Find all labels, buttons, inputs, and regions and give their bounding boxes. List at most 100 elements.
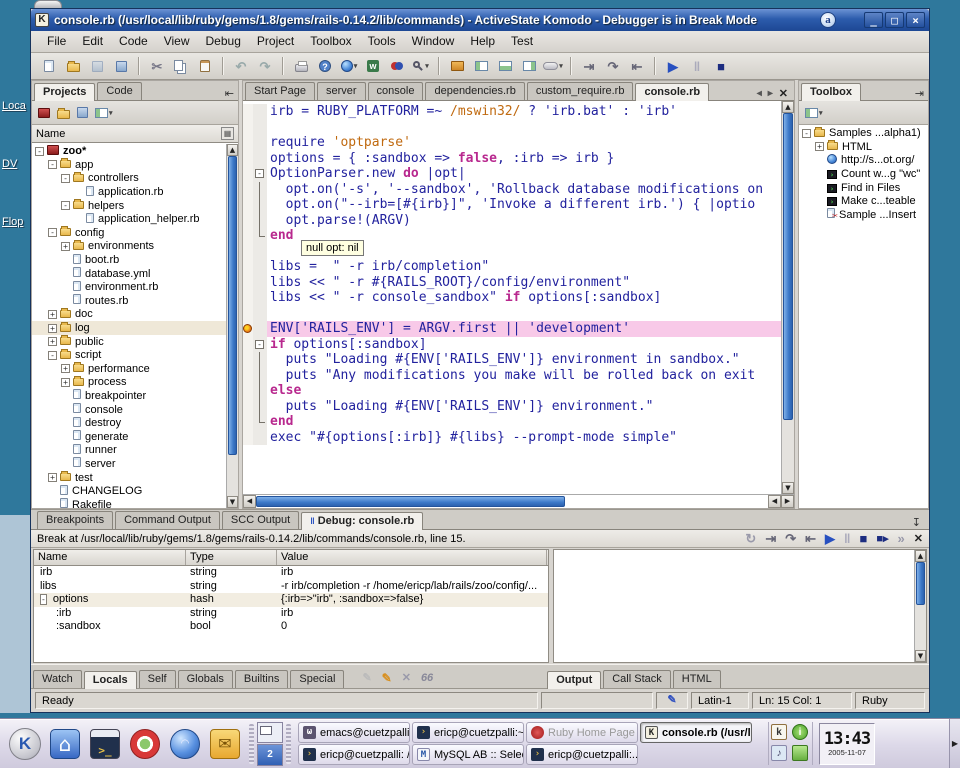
step-out-icon[interactable]: ⇤ [805, 532, 816, 546]
save-all-icon[interactable] [109, 55, 133, 77]
k-menu-icon[interactable]: K [8, 727, 42, 761]
task-button-emacs-cuetzpalli[interactable]: ωemacs@cuetzpalli... [298, 722, 410, 743]
add-watch-icon[interactable]: ✎ [362, 673, 371, 684]
scroll-down-icon[interactable]: ▼ [915, 650, 926, 662]
fold-collapse-icon[interactable]: - [255, 340, 264, 349]
editor-hscrollbar[interactable]: ◀ ◀ ▶ [243, 494, 794, 508]
tab-scroll-left-icon[interactable]: ◂ [757, 88, 762, 99]
task-button-ericp-cuetzpalli[interactable]: ›ericp@cuetzpalli:... [526, 744, 638, 765]
code-line-2[interactable] [243, 120, 781, 136]
debug-tab-watch[interactable]: Watch [33, 670, 82, 688]
task-button-ruby-home-page[interactable]: Ruby Home Page - [526, 722, 638, 743]
run-icon[interactable]: ▶ [661, 55, 685, 77]
expand-icon[interactable]: + [48, 324, 57, 333]
variable-row-libs[interactable]: libsstring -r irb/completion -r /home/er… [34, 580, 548, 594]
klipper-icon[interactable]: k [771, 724, 787, 740]
menu-code[interactable]: Code [111, 32, 156, 50]
breakpoint-margin[interactable] [243, 197, 253, 213]
code-line-4[interactable]: options = { :sandbox => false, :irb => i… [243, 151, 781, 167]
undo-icon[interactable]: ↶ [229, 55, 253, 77]
project-item-server[interactable]: server [32, 457, 238, 471]
konsole-icon[interactable]: >_ [88, 727, 122, 761]
collapse-pane-icon[interactable]: ⇥ [911, 87, 928, 100]
toggle-bottom-pane-icon[interactable] [493, 55, 517, 77]
code-line-14[interactable] [243, 306, 781, 322]
mail-icon[interactable]: ✉ [208, 727, 242, 761]
debug-tab-self[interactable]: Self [139, 670, 176, 688]
project-item-database-yml[interactable]: database.yml [32, 267, 238, 281]
help-center-icon[interactable] [128, 727, 162, 761]
output-tab-output[interactable]: Output [547, 671, 601, 689]
variable-row-irb[interactable]: :irbstringirb [34, 607, 548, 621]
breakpoint-margin[interactable] [243, 337, 253, 353]
toolbox-item-make-c-teable[interactable]: ›Make c...teable [799, 194, 928, 208]
step-over-icon[interactable]: ↷ [601, 55, 625, 77]
cut-icon[interactable]: ✂ [145, 55, 169, 77]
tab-code[interactable]: Code [97, 82, 141, 100]
breakpoint-margin[interactable] [243, 275, 253, 291]
scroll-up-icon[interactable]: ▲ [915, 550, 926, 562]
toolbox-item-html[interactable]: +HTML [799, 140, 928, 154]
code-line-20[interactable]: puts "Loading #{ENV['RAILS_ENV']} enviro… [243, 399, 781, 415]
project-item-doc[interactable]: +doc [32, 308, 238, 322]
toolbox-item-samples-alpha1[interactable]: -Samples ...alpha1) [799, 126, 928, 140]
scroll-right-icon[interactable]: ▶ [781, 495, 794, 508]
project-item-process[interactable]: +process [32, 376, 238, 390]
editor-tab-custom-require-rb[interactable]: custom_require.rb [527, 82, 634, 100]
cursor-position[interactable]: Ln: 15 Col: 1 [752, 692, 852, 709]
code-line-11[interactable]: libs = " -r irb/completion" [243, 259, 781, 275]
copy-icon[interactable] [169, 55, 193, 77]
fold-margin[interactable] [253, 213, 267, 229]
scrollbar-thumb[interactable] [916, 562, 925, 604]
fold-margin[interactable] [253, 290, 267, 306]
pager-desktop-1[interactable] [257, 722, 283, 744]
task-button-console-rb-usr-lo[interactable]: Kconsole.rb (/usr/lo [640, 722, 752, 743]
toolbox-item-count-w-g-wc[interactable]: ›Count w...g "wc" [799, 167, 928, 181]
toolbox-item-http-s-ot-org[interactable]: http://s...ot.org/ [799, 154, 928, 168]
collapse-pane-icon[interactable]: ⇤ [221, 87, 238, 100]
view-options-icon[interactable]: 66 [421, 673, 433, 684]
menu-file[interactable]: File [39, 32, 74, 50]
breakpoint-margin[interactable] [243, 182, 253, 198]
save-icon[interactable] [77, 107, 88, 118]
preview-browser-icon[interactable]: ▾ [337, 55, 361, 77]
project-icon[interactable] [38, 108, 50, 118]
collapse-icon[interactable]: - [48, 228, 57, 237]
project-item-environments[interactable]: +environments [32, 240, 238, 254]
column-picker-icon[interactable]: ▦ [221, 127, 234, 140]
breakpoint-margin[interactable] [243, 228, 253, 244]
fold-margin[interactable] [253, 182, 267, 198]
scroll-down-icon[interactable]: ▼ [782, 482, 794, 494]
variable-row-sandbox[interactable]: :sandboxbool0 [34, 620, 548, 634]
expand-icon[interactable]: + [61, 364, 70, 373]
bottom-tab-scc-output[interactable]: SCC Output [222, 511, 299, 529]
task-button-ericp-cuetzpalli-l[interactable]: ›ericp@cuetzpalli:~/l [412, 722, 524, 743]
menu-project[interactable]: Project [249, 32, 302, 50]
fold-margin[interactable] [253, 414, 267, 430]
project-item-application-helper-rb[interactable]: application_helper.rb [32, 212, 238, 226]
open-file-icon[interactable] [61, 55, 85, 77]
project-item-performance[interactable]: +performance [32, 362, 238, 376]
code-line-15[interactable]: ENV['RAILS_ENV'] = ARGV.first || 'develo… [243, 321, 781, 337]
project-item-boot-rb[interactable]: boot.rb [32, 253, 238, 267]
web-browser-icon[interactable]: ◠ [168, 727, 202, 761]
run-icon[interactable]: ▶ [825, 532, 835, 546]
fold-margin[interactable] [253, 244, 267, 260]
scroll-left-icon[interactable]: ◀ [243, 495, 256, 508]
fold-margin[interactable] [253, 197, 267, 213]
scrollbar-thumb[interactable] [228, 156, 237, 454]
collapse-icon[interactable]: - [61, 201, 70, 210]
breakpoint-margin[interactable] [243, 244, 253, 260]
expand-icon[interactable]: + [61, 378, 70, 387]
detach-icon[interactable]: ■▸ [876, 533, 888, 545]
code-line-7[interactable]: opt.on("--irb=[#{irb}]", 'Invoke a diffe… [243, 197, 781, 213]
breakpoint-margin[interactable] [243, 166, 253, 182]
output-tab-html[interactable]: HTML [673, 670, 721, 688]
breakpoint-margin[interactable] [243, 151, 253, 167]
code-line-5[interactable]: -OptionParser.new do |opt| [243, 166, 781, 182]
project-item-zoo[interactable]: -zoo* [32, 144, 238, 158]
desktop-icon-label-floppy[interactable]: Flop [2, 216, 29, 228]
project-item-environment-rb[interactable]: environment.rb [32, 280, 238, 294]
output-scrollbar[interactable]: ▲ ▼ [914, 550, 926, 662]
applet-handle[interactable] [286, 724, 291, 764]
